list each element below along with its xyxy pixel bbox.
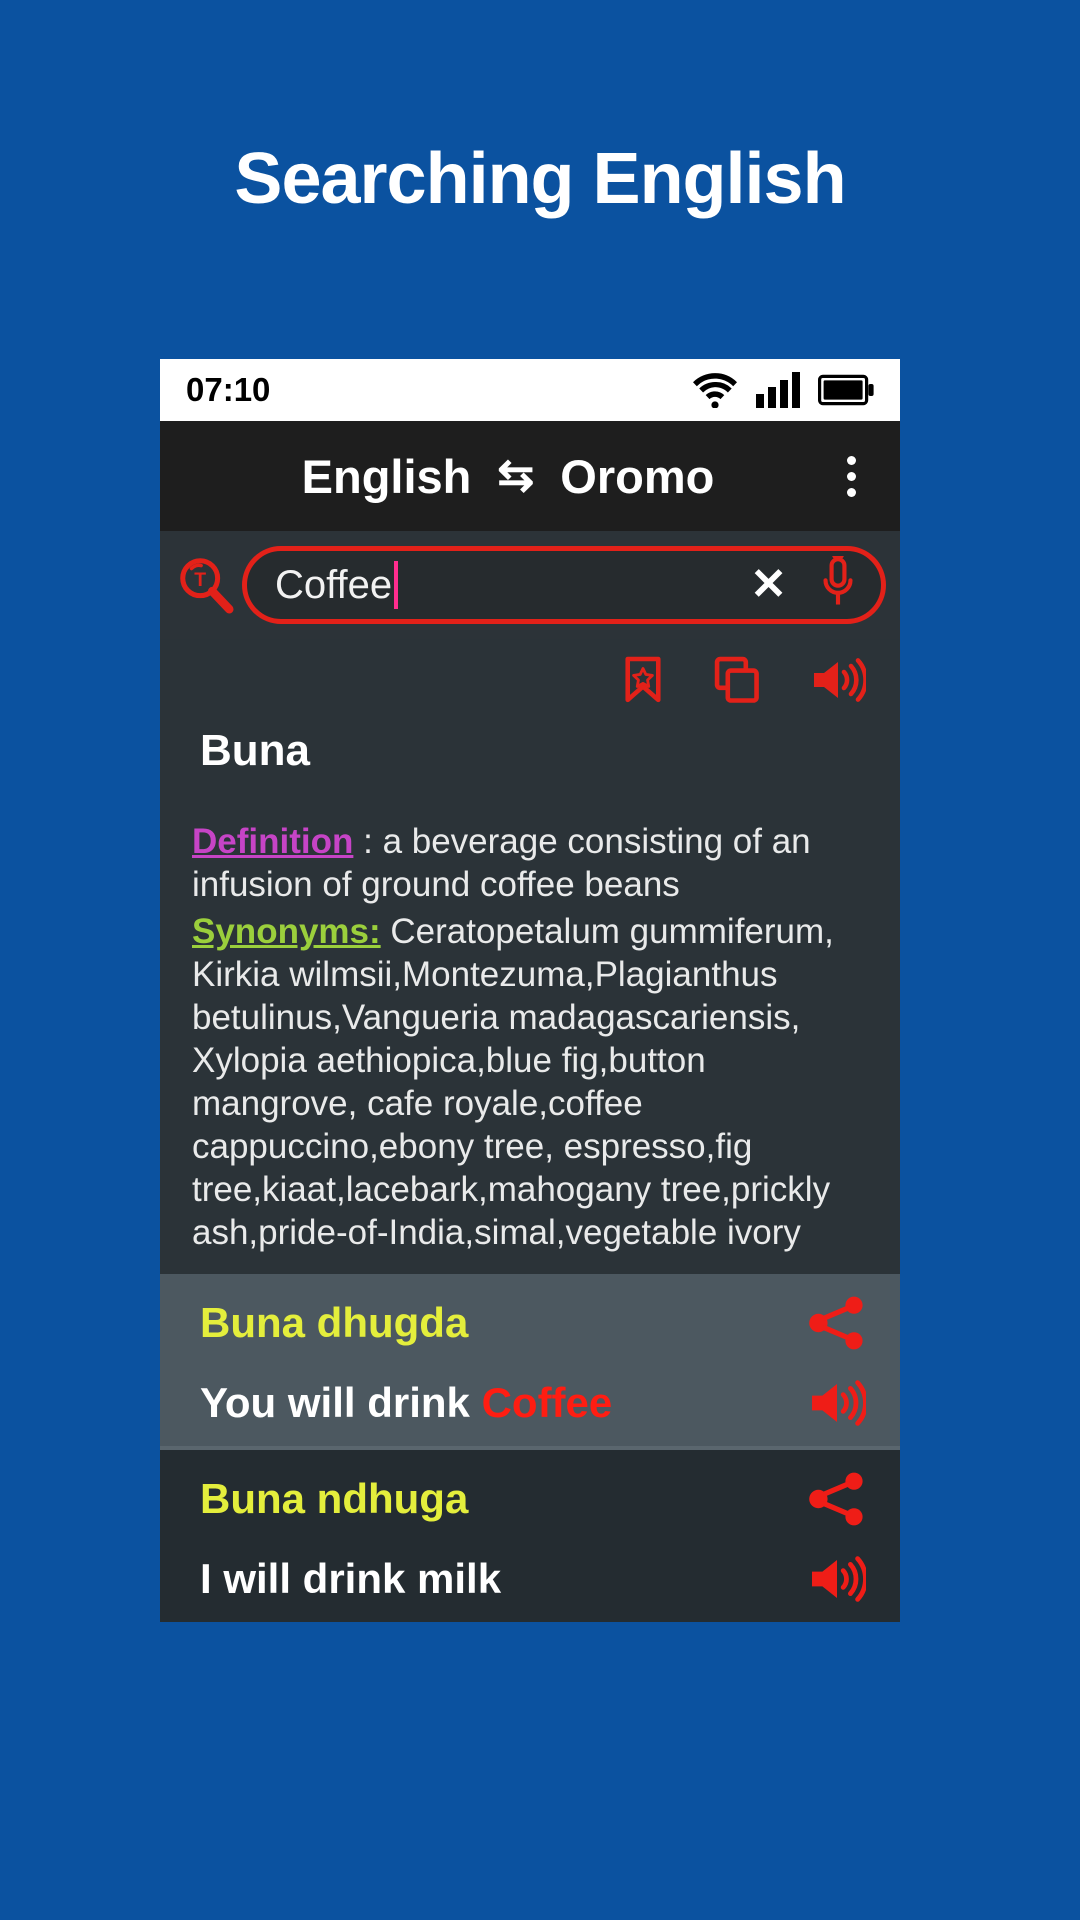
more-options-icon[interactable] <box>816 455 900 497</box>
source-language-label[interactable]: English <box>302 449 472 504</box>
example-target-row[interactable]: Buna dhugda <box>160 1274 900 1360</box>
example-source-text: You will drink Coffee <box>200 1379 796 1427</box>
example-target-text: Buna dhugda <box>200 1299 469 1347</box>
example-source-prefix: You will drink <box>200 1379 482 1427</box>
result-action-bar <box>160 639 900 718</box>
speaker-icon[interactable] <box>810 656 868 709</box>
definition-separator: : <box>353 822 383 861</box>
svg-text:T: T <box>194 569 206 591</box>
definition-line: Definition : a beverage consisting of an… <box>192 820 866 906</box>
cellular-signal-icon <box>756 372 800 408</box>
wifi-icon <box>692 372 738 408</box>
example-source-highlight: Coffee <box>481 1379 613 1427</box>
example-source-text: I will drink milk <box>200 1555 796 1603</box>
example-target-row[interactable]: Buna ndhuga <box>160 1450 900 1536</box>
translate-search-icon[interactable]: T <box>170 554 242 616</box>
search-input-wrapper[interactable]: Coffee ✕ <box>242 546 886 624</box>
text-caret <box>394 561 399 609</box>
status-icon-group <box>692 372 874 408</box>
microphone-icon[interactable] <box>821 553 855 615</box>
status-bar: 07:10 <box>160 359 900 421</box>
target-language-label[interactable]: Oromo <box>560 449 714 504</box>
copy-icon[interactable] <box>714 656 760 709</box>
synonyms-line: Synonyms: Ceratopetalum gummiferum, Kirk… <box>192 910 866 1254</box>
share-icon[interactable] <box>796 1296 866 1350</box>
speaker-icon[interactable] <box>796 1554 866 1604</box>
search-bar: T Coffee ✕ <box>160 531 900 639</box>
bookmark-star-icon[interactable] <box>622 655 664 710</box>
status-clock: 07:10 <box>186 371 271 408</box>
translation-result-card: Buna Definition : a beverage consisting … <box>160 639 900 1275</box>
swap-languages-icon[interactable]: ⇆ <box>497 454 534 498</box>
language-selector[interactable]: English ⇆ Oromo <box>160 449 816 504</box>
speaker-icon[interactable] <box>796 1378 866 1428</box>
clear-search-button[interactable]: ✕ <box>750 563 787 607</box>
example-target-text: Buna ndhuga <box>200 1475 469 1523</box>
example-group-2: Buna ndhuga I will drink milk <box>160 1450 900 1623</box>
example-source-row[interactable]: You will drink Coffee <box>160 1360 900 1446</box>
example-source-row[interactable]: I will drink milk <box>160 1536 900 1622</box>
search-input[interactable]: Coffee <box>275 561 750 609</box>
synonyms-text: Ceratopetalum gummiferum, Kirkia wilmsii… <box>192 912 834 1253</box>
headword: Buna <box>200 726 310 775</box>
search-input-text: Coffee <box>275 562 393 607</box>
share-icon[interactable] <box>796 1472 866 1526</box>
example-source-prefix: I will drink milk <box>200 1555 502 1603</box>
page-title: Searching English <box>234 139 846 219</box>
definition-block: Definition : a beverage consisting of an… <box>160 776 900 1254</box>
app-toolbar: English ⇆ Oromo <box>160 421 900 531</box>
synonyms-label: Synonyms: <box>192 912 381 952</box>
battery-full-icon <box>818 374 874 406</box>
example-group-1: Buna dhugda You will drink Coffee <box>160 1274 900 1447</box>
phone-screenshot: 07:10 English ⇆ Oromo T Coffee ✕ Buna De… <box>160 359 900 1623</box>
definition-label: Definition <box>192 822 354 861</box>
